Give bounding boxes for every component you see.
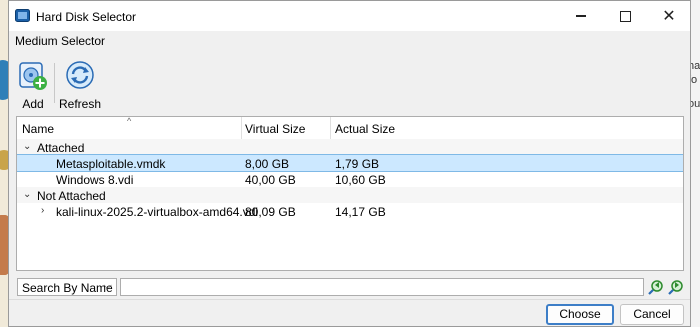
cancel-button[interactable]: Cancel	[620, 304, 684, 325]
disk-name: Metasploitable.vmdk	[56, 157, 166, 171]
add-button[interactable]: Add	[13, 59, 53, 111]
add-disk-icon	[19, 62, 47, 90]
refresh-button[interactable]: Refresh	[59, 59, 101, 111]
sort-ascending-icon: ^	[127, 116, 132, 126]
toolbar-separator	[54, 63, 55, 103]
virtualbox-icon	[15, 9, 30, 22]
refresh-button-label: Refresh	[59, 97, 102, 111]
list-header: ^ Name Virtual Size Actual Size	[17, 117, 683, 140]
search-backward-button[interactable]	[647, 279, 665, 296]
search-forward-icon	[668, 280, 683, 295]
expand-chevron-icon[interactable]: ›	[41, 205, 44, 216]
search-backward-icon	[648, 280, 663, 295]
choose-button[interactable]: Choose	[546, 304, 614, 325]
column-divider[interactable]	[330, 117, 331, 139]
table-row[interactable]: › kali-linux-2025.2-virtualbox-amd64.vdi…	[17, 203, 683, 219]
disk-virtual-size: 80,09 GB	[245, 205, 296, 219]
search-mode-value: Search By Name	[22, 281, 113, 295]
column-header-name[interactable]: Name	[22, 122, 54, 136]
disk-actual-size: 1,79 GB	[335, 157, 380, 171]
hard-disk-selector-dialog: Hard Disk Selector ✕ Medium Selector Add…	[8, 0, 691, 327]
close-button[interactable]: ✕	[648, 1, 690, 31]
minimize-icon	[576, 15, 586, 17]
disk-name: Windows 8.vdi	[56, 173, 134, 187]
column-header-virtual-size[interactable]: Virtual Size	[245, 122, 305, 136]
group-label: Attached	[37, 141, 85, 155]
search-mode-select[interactable]: Search By Name ⌵	[17, 278, 117, 296]
group-label: Not Attached	[37, 189, 106, 203]
disk-actual-size: 10,60 GB	[335, 173, 386, 187]
close-icon: ✕	[662, 8, 676, 25]
column-header-actual-size[interactable]: Actual Size	[335, 122, 395, 136]
disk-virtual-size: 8,00 GB	[245, 157, 290, 171]
search-input[interactable]	[120, 278, 644, 296]
maximize-icon	[619, 10, 631, 22]
dialog-subtitle: Medium Selector	[15, 34, 106, 48]
disk-actual-size: 14,17 GB	[335, 205, 386, 219]
collapse-chevron-icon[interactable]: ⌄	[23, 189, 31, 200]
refresh-icon	[66, 61, 94, 89]
disk-virtual-size: 40,00 GB	[245, 173, 296, 187]
disk-name: kali-linux-2025.2-virtualbox-amd64.vdi	[56, 205, 259, 219]
table-row[interactable]: Windows 8.vdi 40,00 GB 10,60 GB	[17, 171, 683, 187]
window-title: Hard Disk Selector	[36, 10, 137, 24]
column-divider[interactable]	[241, 117, 242, 139]
add-button-label: Add	[22, 97, 44, 111]
medium-tree-list[interactable]: ^ Name Virtual Size Actual Size ⌄ Attach…	[16, 116, 684, 271]
collapse-chevron-icon[interactable]: ⌄	[23, 141, 31, 152]
chevron-down-icon: ⌵	[103, 280, 112, 292]
group-row-attached[interactable]: ⌄ Attached	[17, 139, 683, 155]
maximize-button[interactable]	[604, 1, 646, 31]
group-row-not-attached[interactable]: ⌄ Not Attached	[17, 187, 683, 203]
minimize-button[interactable]	[560, 1, 602, 31]
footer-divider	[9, 299, 690, 300]
title-bar[interactable]: Hard Disk Selector ✕	[9, 1, 690, 31]
table-row[interactable]: Metasploitable.vmdk 8,00 GB 1,79 GB	[17, 154, 683, 172]
search-forward-button[interactable]	[667, 279, 685, 296]
